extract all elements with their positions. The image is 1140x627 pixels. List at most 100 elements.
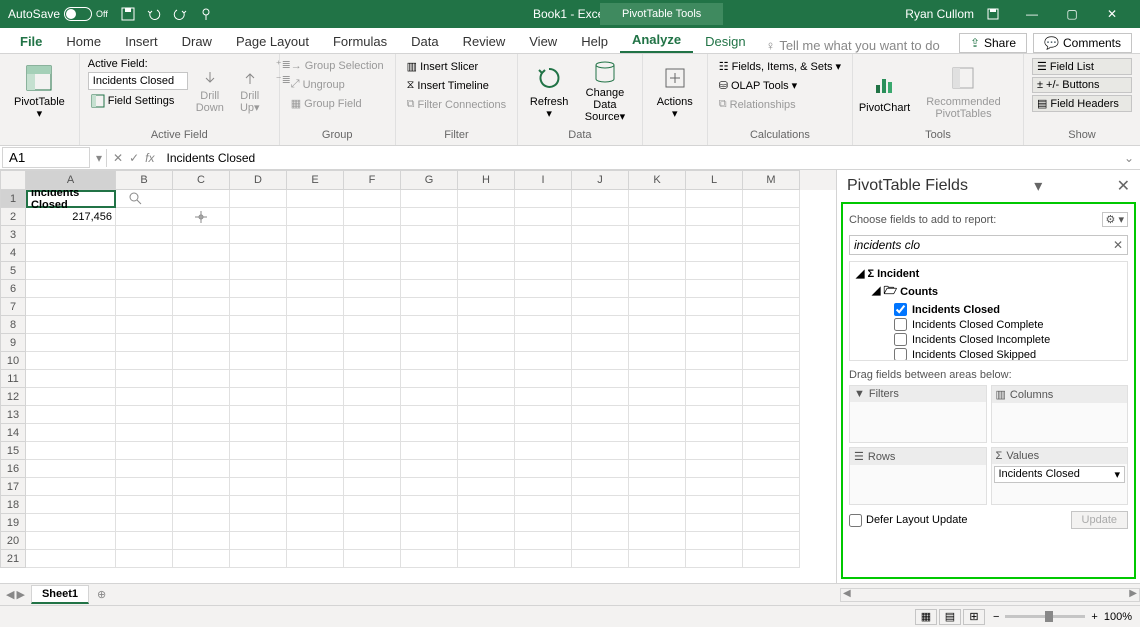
- row-header-7[interactable]: 7: [0, 298, 26, 316]
- cell-B16[interactable]: [116, 460, 173, 478]
- cell-C18[interactable]: [173, 496, 230, 514]
- cell-L3[interactable]: [686, 226, 743, 244]
- col-header-D[interactable]: D: [230, 170, 287, 190]
- tab-draw[interactable]: Draw: [170, 30, 224, 53]
- col-header-J[interactable]: J: [572, 170, 629, 190]
- cell-B5[interactable]: [116, 262, 173, 280]
- cell-J5[interactable]: [572, 262, 629, 280]
- cell-D3[interactable]: [230, 226, 287, 244]
- cell-B21[interactable]: [116, 550, 173, 568]
- cell-H20[interactable]: [458, 532, 515, 550]
- cell-K2[interactable]: [629, 208, 686, 226]
- cell-A2[interactable]: 217,456: [26, 208, 116, 226]
- cell-F17[interactable]: [344, 478, 401, 496]
- cell-D17[interactable]: [230, 478, 287, 496]
- cell-M21[interactable]: [743, 550, 800, 568]
- cell-A17[interactable]: [26, 478, 116, 496]
- pm-buttons-button[interactable]: ±+/- Buttons: [1032, 77, 1132, 93]
- cell-C9[interactable]: [173, 334, 230, 352]
- cell-F4[interactable]: [344, 244, 401, 262]
- cell-M6[interactable]: [743, 280, 800, 298]
- field-checkbox-0[interactable]: [894, 303, 907, 316]
- cell-I11[interactable]: [515, 370, 572, 388]
- cell-J1[interactable]: [572, 190, 629, 208]
- cell-H9[interactable]: [458, 334, 515, 352]
- cell-C1[interactable]: [173, 190, 230, 208]
- actions-button[interactable]: Actions▾: [651, 58, 699, 124]
- panel-gear-icon[interactable]: ⚙ ▾: [1102, 212, 1128, 227]
- panel-close-icon[interactable]: ✕: [1117, 176, 1130, 196]
- cell-B2[interactable]: [116, 208, 173, 226]
- cell-E6[interactable]: [287, 280, 344, 298]
- cell-E20[interactable]: [287, 532, 344, 550]
- row-header-18[interactable]: 18: [0, 496, 26, 514]
- cell-B11[interactable]: [116, 370, 173, 388]
- field-tree[interactable]: ◢ ΣIncident ◢ 🗁Counts Incidents Closed I…: [849, 261, 1128, 361]
- field-search-input[interactable]: [854, 238, 1113, 252]
- cell-C6[interactable]: [173, 280, 230, 298]
- cell-C12[interactable]: [173, 388, 230, 406]
- page-break-view-button[interactable]: ⊞: [963, 609, 985, 625]
- cell-K3[interactable]: [629, 226, 686, 244]
- col-header-H[interactable]: H: [458, 170, 515, 190]
- columns-area[interactable]: ▥Columns: [991, 385, 1129, 443]
- cell-K18[interactable]: [629, 496, 686, 514]
- cell-B13[interactable]: [116, 406, 173, 424]
- tab-formulas[interactable]: Formulas: [321, 30, 399, 53]
- cell-D4[interactable]: [230, 244, 287, 262]
- cell-M7[interactable]: [743, 298, 800, 316]
- cell-I1[interactable]: [515, 190, 572, 208]
- cell-E4[interactable]: [287, 244, 344, 262]
- zoom-in-button[interactable]: +: [1091, 611, 1097, 623]
- cell-A10[interactable]: [26, 352, 116, 370]
- cell-M5[interactable]: [743, 262, 800, 280]
- cell-L7[interactable]: [686, 298, 743, 316]
- field-search-box[interactable]: ✕: [849, 235, 1128, 255]
- cell-G4[interactable]: [401, 244, 458, 262]
- cell-A20[interactable]: [26, 532, 116, 550]
- user-name[interactable]: Ryan Cullom: [905, 7, 974, 21]
- cell-G6[interactable]: [401, 280, 458, 298]
- group-selection-button[interactable]: →Group Selection: [288, 58, 387, 74]
- sheet-nav-next-icon[interactable]: ▶: [16, 588, 24, 601]
- cell-E1[interactable]: [287, 190, 344, 208]
- cell-C5[interactable]: [173, 262, 230, 280]
- cell-C3[interactable]: [173, 226, 230, 244]
- cell-A16[interactable]: [26, 460, 116, 478]
- cell-F19[interactable]: [344, 514, 401, 532]
- cell-F13[interactable]: [344, 406, 401, 424]
- cell-B18[interactable]: [116, 496, 173, 514]
- cell-K6[interactable]: [629, 280, 686, 298]
- name-box[interactable]: [2, 147, 90, 168]
- cell-A11[interactable]: [26, 370, 116, 388]
- cell-M14[interactable]: [743, 424, 800, 442]
- sheet-tab-1[interactable]: Sheet1: [31, 585, 89, 604]
- cell-L5[interactable]: [686, 262, 743, 280]
- cell-F7[interactable]: [344, 298, 401, 316]
- cell-I21[interactable]: [515, 550, 572, 568]
- cell-B12[interactable]: [116, 388, 173, 406]
- cell-M15[interactable]: [743, 442, 800, 460]
- col-header-K[interactable]: K: [629, 170, 686, 190]
- cell-M1[interactable]: [743, 190, 800, 208]
- cell-L9[interactable]: [686, 334, 743, 352]
- group-field-button[interactable]: ▦Group Field: [288, 95, 387, 112]
- cell-G9[interactable]: [401, 334, 458, 352]
- filter-connections-button[interactable]: ⧉Filter Connections: [404, 96, 510, 113]
- cell-E19[interactable]: [287, 514, 344, 532]
- tab-analyze[interactable]: Analyze: [620, 28, 693, 53]
- formula-expand-icon[interactable]: ⌄: [1118, 151, 1140, 165]
- cell-B14[interactable]: [116, 424, 173, 442]
- cell-E7[interactable]: [287, 298, 344, 316]
- cell-E12[interactable]: [287, 388, 344, 406]
- cell-C20[interactable]: [173, 532, 230, 550]
- tab-page-layout[interactable]: Page Layout: [224, 30, 321, 53]
- insert-slicer-button[interactable]: ▥Insert Slicer: [404, 58, 510, 75]
- ribbon-display-icon[interactable]: [986, 7, 1000, 21]
- cell-A3[interactable]: [26, 226, 116, 244]
- cell-F15[interactable]: [344, 442, 401, 460]
- cell-A5[interactable]: [26, 262, 116, 280]
- cell-G1[interactable]: [401, 190, 458, 208]
- cell-M9[interactable]: [743, 334, 800, 352]
- cell-I13[interactable]: [515, 406, 572, 424]
